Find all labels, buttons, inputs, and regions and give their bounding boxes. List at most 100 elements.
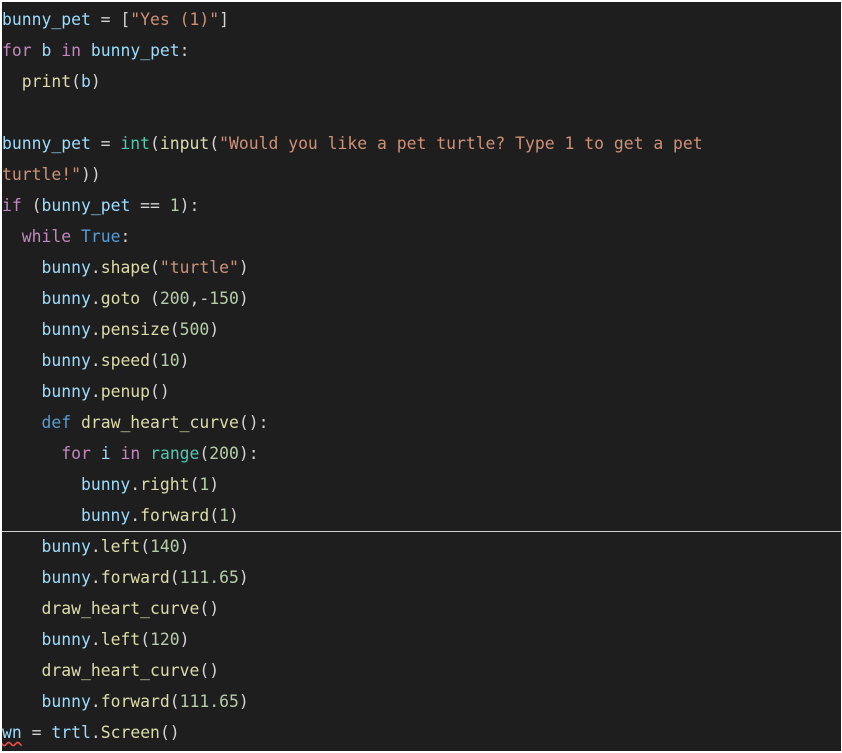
code-token: range (150, 444, 200, 463)
code-token: ) (209, 475, 220, 494)
code-token: int (120, 134, 151, 153)
screenshot-split-line (2, 531, 841, 532)
code-token: trtl (51, 723, 91, 742)
code-token: ( (189, 475, 200, 494)
code-line[interactable]: bunny.shape("turtle") (2, 252, 841, 283)
code-line[interactable]: if (bunny_pet == 1): (2, 190, 841, 221)
code-line[interactable]: bunny.penup() (2, 376, 841, 407)
code-token: ( (140, 289, 160, 308)
code-token: ,- (189, 289, 210, 308)
code-token: "Would you like a pet turtle? Type 1 to … (219, 134, 703, 153)
code-token: () (150, 382, 170, 401)
code-line[interactable]: bunny.pensize(500) (2, 314, 841, 345)
code-token: bunny (41, 289, 91, 308)
code-token: draw_heart_curve (41, 661, 200, 680)
code-token: ( (150, 351, 160, 370)
code-token: right (140, 475, 190, 494)
code-token: . (90, 289, 101, 308)
code-token: = (21, 723, 52, 742)
code-line[interactable]: def draw_heart_curve(): (2, 407, 841, 438)
code-token: bunny (41, 320, 91, 339)
code-line[interactable]: wn = trtl.Screen() (2, 717, 841, 748)
code-token: forward (100, 568, 170, 587)
code-token: ( (209, 134, 220, 153)
code-token: bunny (41, 537, 91, 556)
code-line[interactable] (2, 97, 841, 128)
code-token: bunny_pet (41, 196, 131, 215)
code-line[interactable]: bunny.forward(111.65) (2, 562, 841, 593)
code-token: . (90, 537, 101, 556)
code-token-error: wn (2, 723, 22, 742)
code-line[interactable]: bunny.forward(1) (2, 500, 841, 531)
code-line[interactable]: bunny.forward(111.65) (2, 686, 841, 717)
code-token: 120 (150, 630, 180, 649)
code-token: 200 (209, 444, 239, 463)
code-token: ): (179, 196, 200, 215)
code-token: . (90, 351, 101, 370)
code-line[interactable]: draw_heart_curve() (2, 593, 841, 624)
code-line[interactable]: draw_heart_curve() (2, 655, 841, 686)
code-line[interactable]: for i in range(200): (2, 438, 841, 469)
code-token: : (179, 41, 190, 60)
code-token: ( (150, 134, 160, 153)
code-line[interactable]: print(b) (2, 66, 841, 97)
code-editor[interactable]: bunny_pet = ["Yes (1)"] for b in bunny_pe… (2, 2, 841, 751)
code-line[interactable]: turtle!")) (2, 159, 841, 190)
code-line[interactable]: bunny.speed(10) (2, 345, 841, 376)
code-token: forward (140, 506, 210, 525)
code-line[interactable]: bunny.goto (200,-150) (2, 283, 841, 314)
code-token: ) (179, 630, 190, 649)
code-token: ) (238, 692, 249, 711)
code-line[interactable]: bunny.left(140) (2, 531, 841, 562)
code-token: ) (209, 320, 220, 339)
code-token: bunny_pet (2, 10, 91, 29)
code-token: bunny (41, 258, 91, 277)
code-token: == (130, 196, 170, 215)
code-line[interactable]: while True: (2, 221, 841, 252)
code-token: . (90, 692, 101, 711)
code-token: ) (229, 506, 239, 525)
code-token: () (159, 723, 180, 742)
code-token: ( (21, 196, 42, 215)
code-line[interactable]: bunny_pet = int(input("Would you like a … (2, 128, 841, 159)
code-token: . (90, 382, 101, 401)
code-token: goto (100, 289, 141, 308)
code-token: 111.65 (179, 568, 239, 587)
code-line[interactable]: for b in bunny_pet: (2, 35, 841, 66)
code-token: 10 (159, 351, 180, 370)
code-line[interactable]: bunny.left(120) (2, 624, 841, 655)
code-token: left (100, 630, 141, 649)
code-line[interactable]: bunny.right(1) (2, 469, 841, 500)
code-token: 1 (219, 506, 229, 525)
code-token: ) (238, 568, 249, 587)
code-token: ( (150, 258, 160, 277)
code-token: pensize (100, 320, 170, 339)
code-line[interactable]: bunny_pet = ["Yes (1)"] (2, 4, 841, 35)
code-token: ) (238, 258, 249, 277)
code-token: def (41, 413, 72, 432)
code-token: turtle!" (2, 165, 81, 184)
code-token: 150 (209, 289, 239, 308)
code-token: . (90, 568, 101, 587)
code-token: 500 (179, 320, 210, 339)
code-token: ( (199, 444, 210, 463)
code-token: Screen (100, 723, 160, 742)
code-token: ( (169, 692, 180, 711)
